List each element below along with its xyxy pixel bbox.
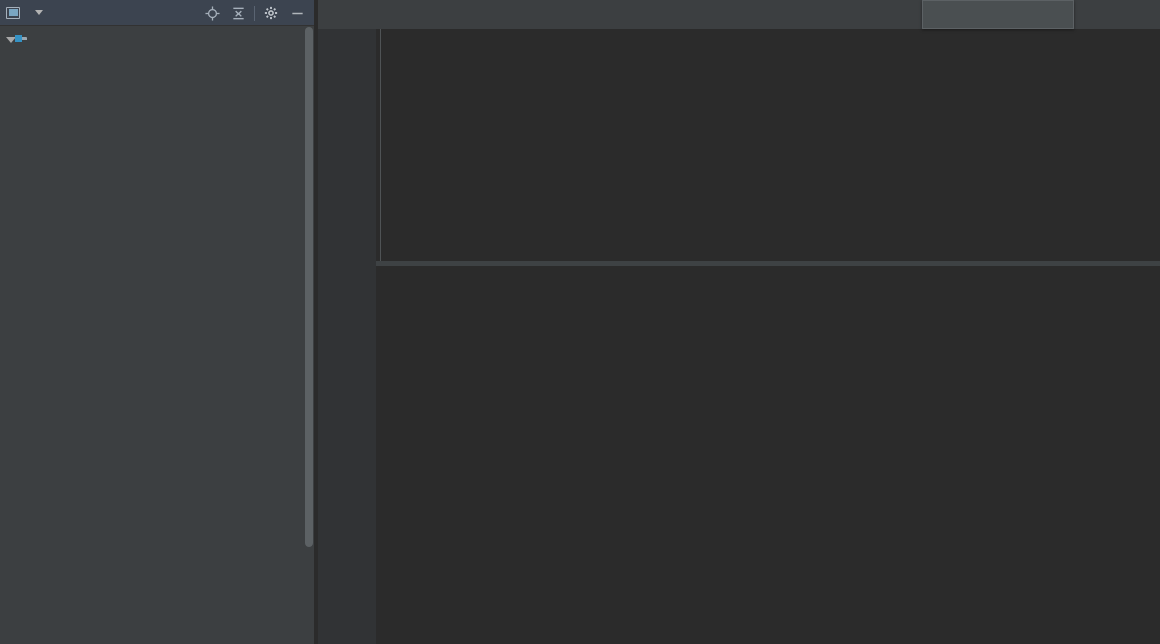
code-content[interactable] <box>376 29 1160 644</box>
scrollbar-thumb[interactable] <box>305 27 313 547</box>
tree-row[interactable] <box>0 26 314 53</box>
chevron-down-icon[interactable] <box>35 10 43 15</box>
project-panel-scrollbar[interactable] <box>305 27 313 547</box>
locate-target-icon[interactable] <box>199 0 225 26</box>
project-panel-header <box>0 0 314 26</box>
hide-panel-icon[interactable] <box>284 0 310 26</box>
project-tool-window <box>0 0 314 644</box>
run-with-coverage-tooltip <box>922 0 1074 29</box>
settings-gear-icon[interactable] <box>258 0 284 26</box>
project-panel-title-group[interactable] <box>6 6 43 19</box>
ide-window <box>0 0 1160 644</box>
project-file-tree[interactable] <box>0 26 314 644</box>
toolbar-divider <box>254 5 255 21</box>
project-panel-toolbar <box>199 0 310 26</box>
editor-gutter[interactable] <box>318 29 376 644</box>
project-window-icon <box>6 6 20 19</box>
editor-horizontal-scrollbar[interactable] <box>376 261 1160 266</box>
code-editor[interactable] <box>318 29 1160 644</box>
editor-area <box>318 0 1160 644</box>
indent-guide <box>380 29 381 265</box>
collapse-all-icon[interactable] <box>225 0 251 26</box>
